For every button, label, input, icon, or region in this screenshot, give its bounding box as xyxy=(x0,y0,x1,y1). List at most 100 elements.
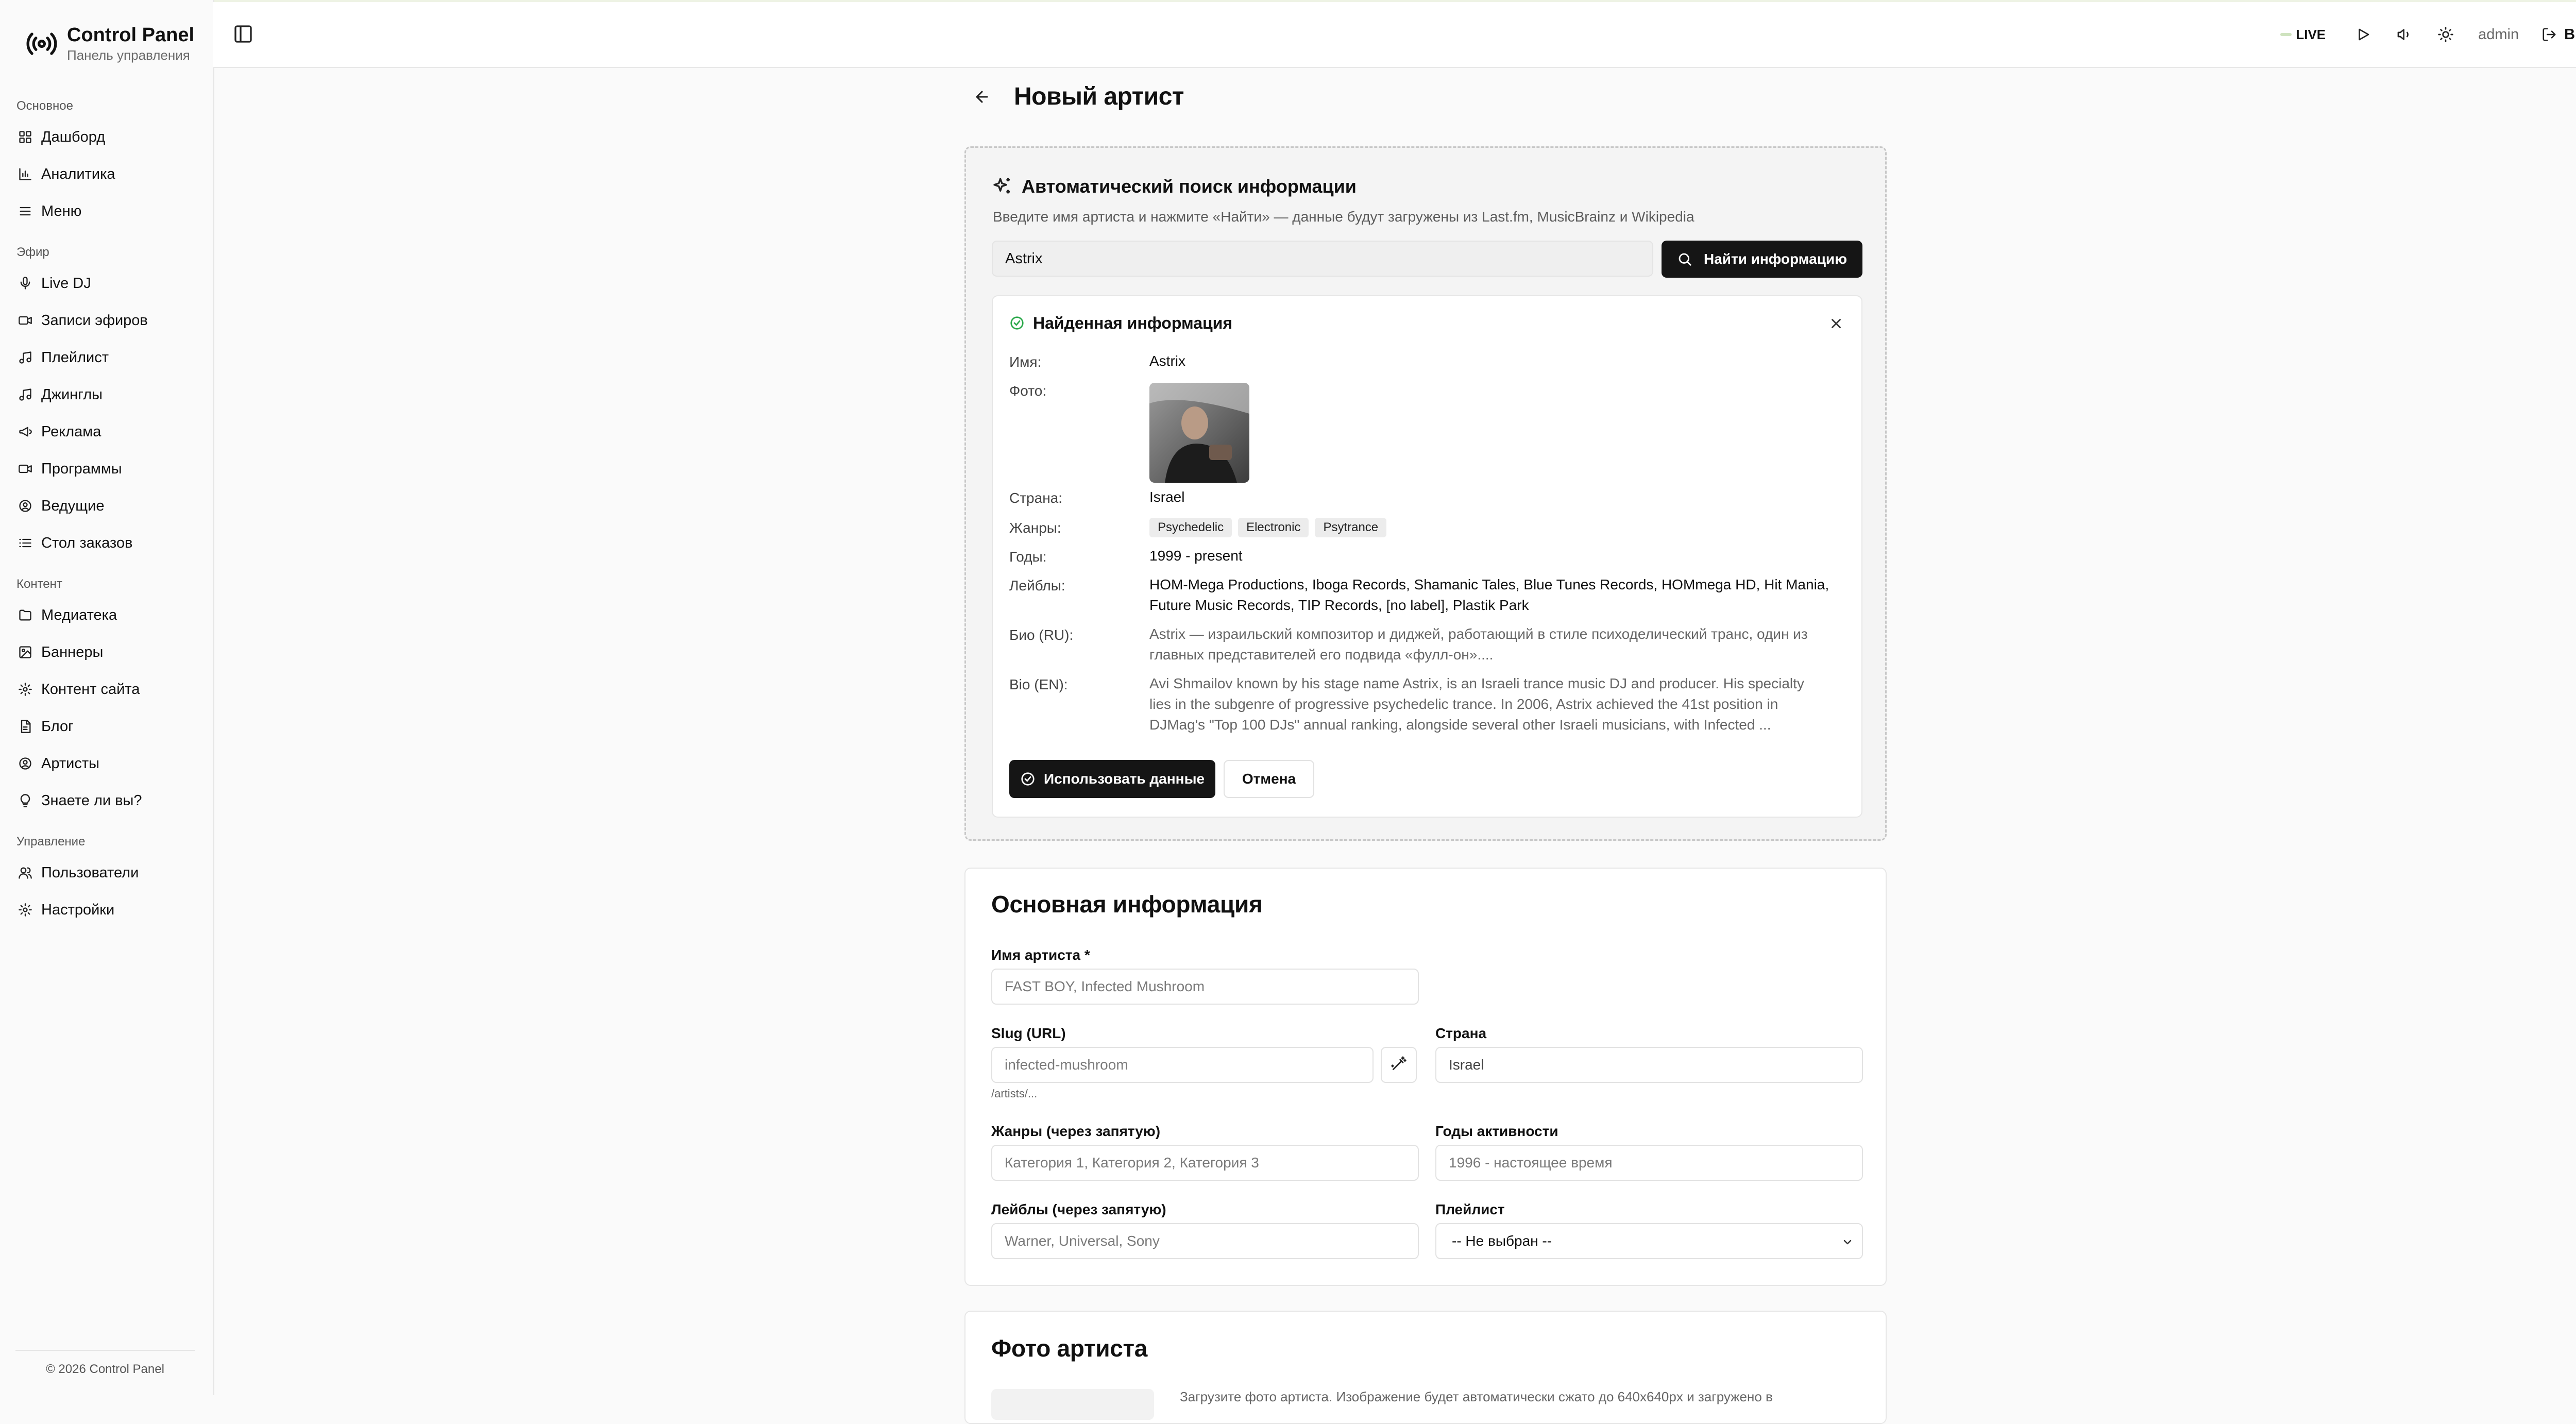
close-icon[interactable] xyxy=(1828,316,1844,331)
artist-photo-card: Фото артиста Загрузите фото артиста. Изо… xyxy=(964,1311,1887,1424)
gear-icon xyxy=(18,682,33,697)
sidebar-item[interactable]: Джинглы xyxy=(0,376,213,413)
gear-icon xyxy=(18,902,33,918)
labels-label: Лейблы: xyxy=(1009,578,1065,594)
sidebar-item[interactable]: Ведущие xyxy=(0,487,213,524)
found-labels-line: HOM-Mega Productions, Iboga Records, Sha… xyxy=(1149,577,1829,592)
dashboard-icon xyxy=(18,129,33,145)
sidebar-item[interactable]: Знаете ли вы? xyxy=(0,782,213,819)
found-country: Israel xyxy=(1149,489,1185,505)
page-title: Новый артист xyxy=(1014,83,1184,110)
sidebar-item-label: Контент сайта xyxy=(41,681,140,698)
bio-en-line: lies in the subgenre of progressive psyc… xyxy=(1149,696,1778,712)
genre-tag: Electronic xyxy=(1238,518,1309,537)
photo-upload-area[interactable] xyxy=(991,1389,1154,1420)
megaphone-icon xyxy=(18,424,33,439)
sidebar-item-label: Live DJ xyxy=(41,275,91,292)
country-input[interactable] xyxy=(1435,1047,1863,1083)
found-years: 1999 - present xyxy=(1149,548,1243,564)
found-labels-line: Future Music Records, TIP Records, [no l… xyxy=(1149,597,1529,613)
logout-button[interactable]: Выход xyxy=(2540,26,2576,43)
photo-description: Загрузите фото артиста. Изображение буде… xyxy=(1180,1389,1773,1404)
document-icon xyxy=(18,719,33,734)
sidebar-item[interactable]: Артисты xyxy=(0,745,213,782)
users-icon xyxy=(18,865,33,880)
sparkles-icon xyxy=(992,176,1012,197)
sun-icon[interactable] xyxy=(2437,26,2454,43)
logout-label: Выход xyxy=(2564,26,2576,43)
sidebar-item-label: Ведущие xyxy=(41,497,105,514)
music-icon xyxy=(18,350,33,365)
sidebar-item-label: Программы xyxy=(41,460,122,477)
sidebar-item[interactable]: Реклама xyxy=(0,413,213,450)
chart-icon xyxy=(18,166,33,182)
sidebar-toggle-icon[interactable] xyxy=(233,24,253,44)
sidebar-item-label: Джинглы xyxy=(41,386,103,403)
found-info-title: Найденная информация xyxy=(1033,314,1233,332)
app-title: Control Panel xyxy=(67,24,195,46)
slug-hint: /artists/... xyxy=(991,1087,1038,1100)
years-input[interactable] xyxy=(1435,1145,1863,1181)
sidebar-item[interactable]: Аналитика xyxy=(0,156,213,193)
magic-wand-icon xyxy=(1391,1056,1407,1075)
genres-input[interactable] xyxy=(991,1145,1419,1181)
sidebar-item[interactable]: Контент сайта xyxy=(0,671,213,708)
search-icon xyxy=(1677,251,1692,267)
auto-search-description: Введите имя артиста и нажмите «Найти» — … xyxy=(993,209,1694,225)
sidebar-item-label: Дашборд xyxy=(41,128,106,145)
labels-field-label: Лейблы (через запятую) xyxy=(991,1201,1166,1217)
sidebar-item-label: Баннеры xyxy=(41,643,104,660)
playlist-field-label: Плейлист xyxy=(1435,1201,1505,1217)
live-label: LIVE xyxy=(2296,26,2326,42)
sidebar-item[interactable]: Live DJ xyxy=(0,265,213,302)
sidebar-item-label: Блог xyxy=(41,718,74,735)
use-data-button[interactable]: Использовать данные xyxy=(1009,760,1215,798)
current-user: admin xyxy=(2478,26,2519,43)
found-name: Astrix xyxy=(1149,353,1185,369)
cancel-button[interactable]: Отмена xyxy=(1224,760,1314,798)
sidebar-item[interactable]: Дашборд xyxy=(0,118,213,156)
brand[interactable]: Control Panel Панель управления xyxy=(24,21,194,67)
genre-tag: Psychedelic xyxy=(1149,518,1232,537)
live-indicator[interactable]: LIVE xyxy=(2280,27,2326,43)
artist-name-input[interactable] xyxy=(991,969,1419,1005)
sidebar-item[interactable]: Стол заказов xyxy=(0,524,213,562)
back-arrow-icon[interactable] xyxy=(972,87,992,107)
generate-slug-button[interactable] xyxy=(1381,1047,1417,1083)
sidebar-item-label: Реклама xyxy=(41,423,101,440)
chevron-down-icon xyxy=(1841,1235,1854,1248)
bio-en-label: Bio (EN): xyxy=(1009,676,1068,692)
slug-label: Slug (URL) xyxy=(991,1025,1066,1041)
labels-input[interactable] xyxy=(991,1223,1419,1259)
name-label: Имя: xyxy=(1009,354,1042,370)
auto-search-title: Автоматический поиск информации xyxy=(1022,176,1357,197)
play-icon[interactable] xyxy=(2354,26,2372,43)
sidebar-item-label: Настройки xyxy=(41,901,115,918)
check-circle-icon xyxy=(1009,315,1026,332)
artist-search-input[interactable]: Astrix xyxy=(992,241,1653,277)
sidebar-item[interactable]: Баннеры xyxy=(0,634,213,671)
sidebar-item[interactable]: Плейлист xyxy=(0,339,213,376)
nav-group-title: Контент xyxy=(16,577,62,591)
sidebar-item[interactable]: Записи эфиров xyxy=(0,302,213,339)
sidebar-item[interactable]: Медиатека xyxy=(0,597,213,634)
sidebar-item[interactable]: Меню xyxy=(0,193,213,230)
volume-icon[interactable] xyxy=(2396,26,2413,43)
genre-tag: Psytrance xyxy=(1315,518,1387,537)
sidebar-item[interactable]: Пользователи xyxy=(0,854,213,891)
logout-icon xyxy=(2540,26,2558,43)
playlist-select[interactable]: -- Не выбран -- xyxy=(1435,1223,1863,1259)
years-field-label: Годы активности xyxy=(1435,1123,1558,1139)
genres-field-label: Жанры (через запятую) xyxy=(991,1123,1161,1139)
auto-search-panel: Автоматический поиск информации Введите … xyxy=(964,146,1887,841)
list-icon xyxy=(18,535,33,551)
user-circle-icon xyxy=(18,756,33,771)
top-header: LIVE admin Выход xyxy=(213,2,2576,68)
sidebar-item[interactable]: Блог xyxy=(0,708,213,745)
slug-input[interactable] xyxy=(991,1047,1374,1083)
photo-label: Фото: xyxy=(1009,383,1047,399)
sidebar-item[interactable]: Программы xyxy=(0,450,213,487)
sidebar-item[interactable]: Настройки xyxy=(0,891,213,928)
sidebar-item-label: Записи эфиров xyxy=(41,312,148,329)
find-info-button[interactable]: Найти информацию xyxy=(1662,241,1862,278)
